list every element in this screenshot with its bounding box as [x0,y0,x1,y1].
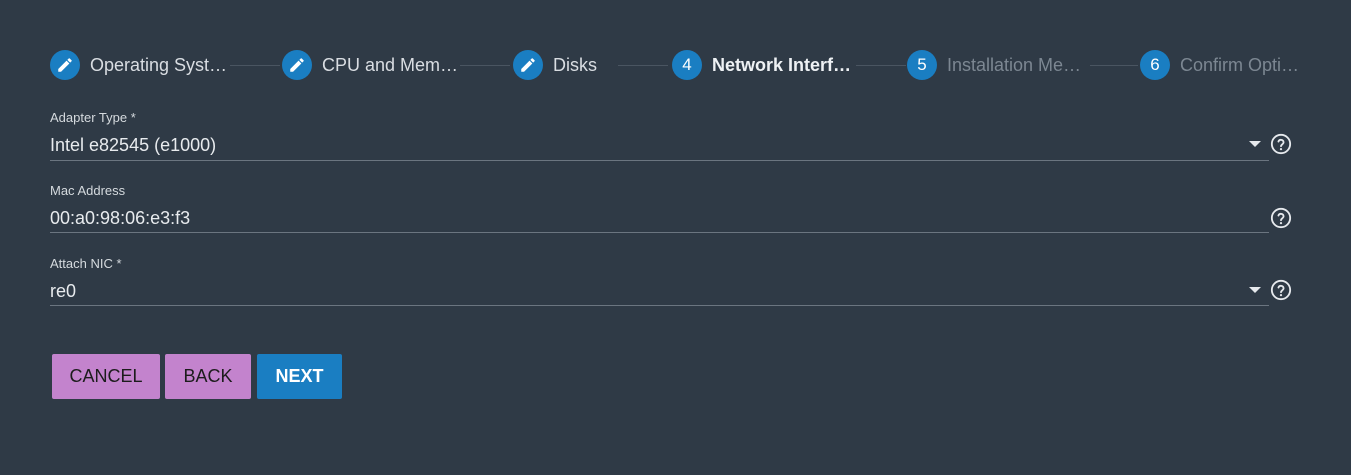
step-label: CPU and Mem… [322,54,459,75]
adapter-type-label: Adapter Type * [50,110,136,125]
field-underline [50,232,1269,233]
step-operating-system[interactable]: Operating Syst… [50,49,227,81]
cancel-button[interactable]: CANCEL [52,354,160,399]
mac-address-input[interactable]: 00:a0:98:06:e3:f3 [50,207,1269,229]
mac-address-label: Mac Address [50,183,126,198]
step-3-indicator [513,50,543,80]
help-icon[interactable] [1270,207,1292,229]
adapter-type-select[interactable]: Adapter Type * Intel e82545 (e1000) [50,110,1269,162]
pencil-icon [519,56,537,74]
attach-nic-label: Attach NIC * [50,256,122,271]
step-connector [460,65,510,66]
pencil-icon [288,56,306,74]
step-cpu-and-memory[interactable]: CPU and Mem… [282,49,458,81]
step-connector [230,65,280,66]
step-label: Installation Me… [947,54,1082,75]
step-2-indicator [282,50,312,80]
step-6-indicator: 6 [1140,50,1170,80]
wizard-stepper: Operating Syst… CPU and Mem… Disks 4 Net… [50,49,1299,81]
next-button[interactable]: NEXT [257,354,342,399]
adapter-type-value: Intel e82545 (e1000) [50,135,217,155]
step-network-interface[interactable]: 4 Network Interf… [672,49,851,81]
pencil-icon [56,56,74,74]
attach-nic-value: re0 [50,281,77,301]
step-confirm-options[interactable]: 6 Confirm Opti… [1140,49,1299,81]
field-underline [50,160,1269,161]
help-icon[interactable] [1270,279,1292,301]
step-connector [618,65,668,66]
step-5-indicator: 5 [907,50,937,80]
step-installation-media[interactable]: 5 Installation Me… [907,49,1081,81]
step-disks[interactable]: Disks [513,49,597,81]
step-label: Disks [553,54,597,75]
mac-address-field[interactable]: Mac Address 00:a0:98:06:e3:f3 [50,183,1269,235]
field-underline [50,305,1269,306]
back-button[interactable]: BACK [165,354,251,399]
vm-wizard-page: Operating Syst… CPU and Mem… Disks 4 Net… [0,0,1351,475]
dropdown-arrow-icon[interactable] [1249,287,1261,293]
step-1-indicator [50,50,80,80]
step-label: Confirm Opti… [1180,54,1300,75]
attach-nic-select[interactable]: Attach NIC * re0 [50,256,1269,308]
step-label: Network Interf… [712,54,852,75]
dropdown-arrow-icon[interactable] [1249,141,1261,147]
help-icon[interactable] [1270,133,1292,155]
step-label: Operating Syst… [90,54,228,75]
step-4-indicator: 4 [672,50,702,80]
step-connector [1090,65,1138,66]
step-connector [856,65,906,66]
